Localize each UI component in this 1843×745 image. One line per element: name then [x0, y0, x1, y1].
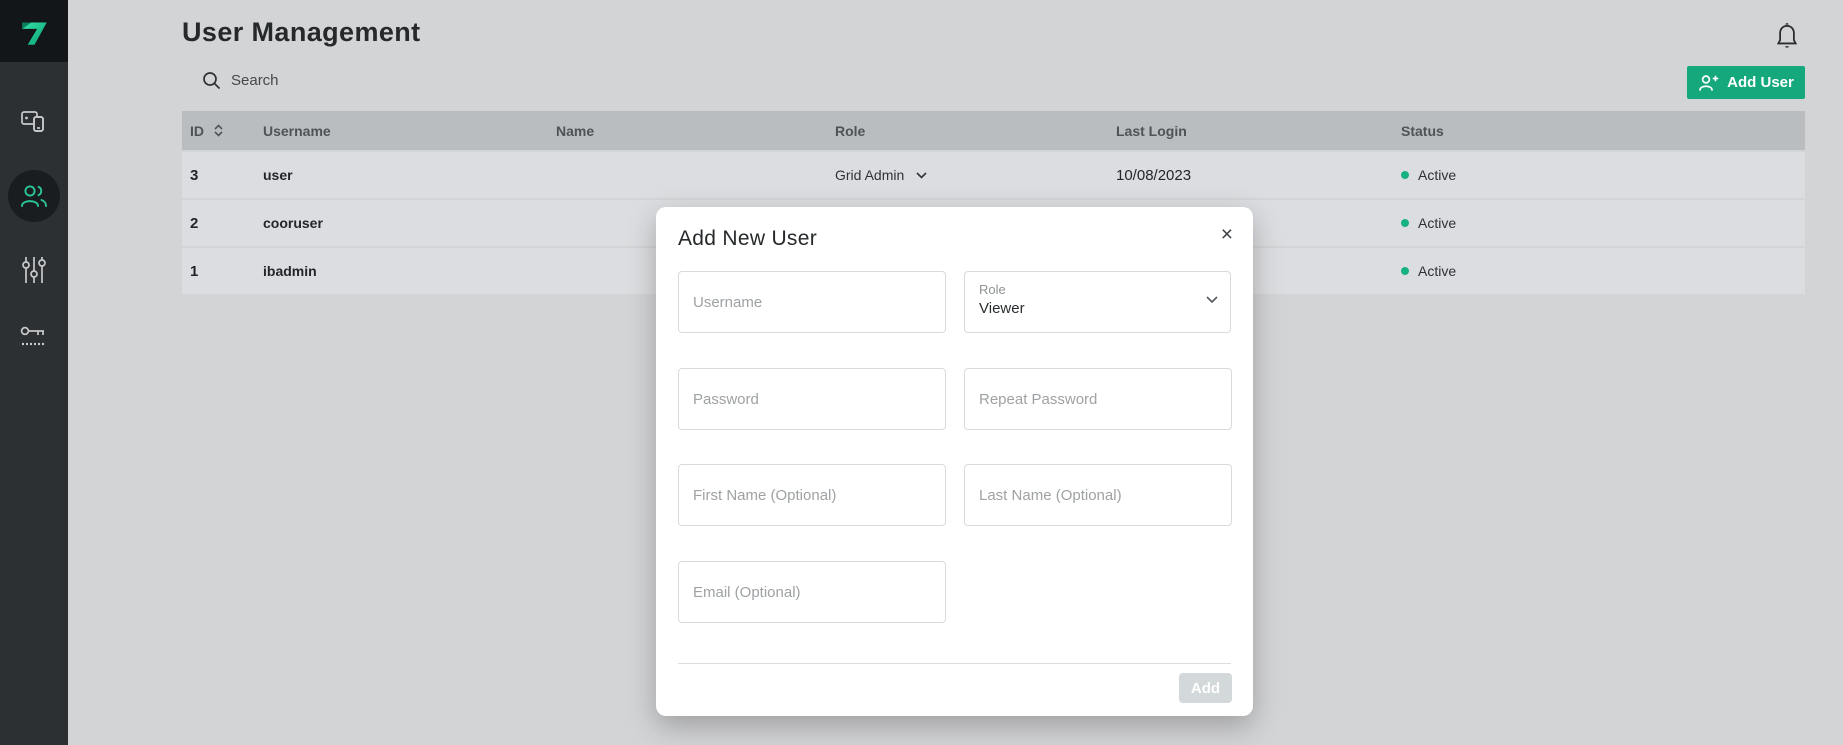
search-icon — [202, 71, 221, 90]
modal-title: Add New User — [678, 227, 817, 251]
cell-last-login: 10/08/2023 — [1116, 152, 1191, 198]
cell-id: 2 — [190, 200, 198, 246]
username-field[interactable] — [678, 271, 946, 333]
sidebar-item-access-keys[interactable] — [0, 318, 68, 356]
modal-divider — [678, 663, 1231, 664]
add-new-user-modal: Add New User × Role Viewer Add — [656, 207, 1253, 716]
status-badge: Active — [1401, 200, 1456, 246]
close-button[interactable]: × — [1221, 224, 1233, 245]
column-header-lastlogin: Last Login — [1116, 111, 1187, 150]
role-select-label: Role — [979, 282, 1216, 297]
cell-id: 3 — [190, 152, 198, 198]
column-header-role: Role — [835, 111, 865, 150]
app-logo[interactable] — [0, 0, 68, 62]
status-badge: Active — [1401, 152, 1456, 198]
column-header-status: Status — [1401, 111, 1444, 150]
key-icon — [18, 324, 50, 350]
search-bar — [202, 71, 451, 90]
close-icon: × — [1221, 223, 1233, 246]
sidebar-item-settings[interactable] — [0, 252, 68, 288]
bell-icon — [1773, 22, 1801, 52]
password-field[interactable] — [678, 368, 946, 430]
role-select-value: Viewer — [979, 300, 1216, 317]
page-title: User Management — [182, 17, 421, 48]
devices-icon — [19, 108, 49, 136]
email-field[interactable] — [678, 561, 946, 623]
status-dot-icon — [1401, 219, 1409, 227]
notifications-button[interactable] — [1773, 22, 1803, 54]
status-badge: Active — [1401, 248, 1456, 294]
column-header-id[interactable]: ID — [190, 111, 204, 150]
first-name-field[interactable] — [678, 464, 946, 526]
sidebar-item-devices[interactable] — [0, 104, 68, 140]
logo-icon — [16, 13, 52, 49]
sort-control[interactable] — [214, 111, 223, 150]
active-indicator — [8, 170, 60, 222]
column-header-name: Name — [556, 111, 594, 150]
sort-icon — [214, 124, 223, 137]
search-input[interactable] — [231, 72, 451, 89]
role-value: Grid Admin — [835, 167, 904, 183]
sliders-icon — [20, 255, 48, 285]
cell-id: 1 — [190, 248, 198, 294]
status-label: Active — [1418, 215, 1456, 231]
role-select[interactable]: Role Viewer — [964, 271, 1231, 333]
status-dot-icon — [1401, 171, 1409, 179]
chevron-down-icon — [916, 172, 927, 179]
role-dropdown[interactable]: Grid Admin — [835, 167, 927, 183]
column-header-username: Username — [263, 111, 331, 150]
add-submit-button[interactable]: Add — [1179, 673, 1232, 703]
cell-username: ibadmin — [263, 248, 317, 294]
repeat-password-field[interactable] — [964, 368, 1232, 430]
users-icon — [19, 183, 49, 209]
add-user-icon — [1698, 74, 1719, 92]
status-label: Active — [1418, 263, 1456, 279]
add-user-button[interactable]: Add User — [1687, 66, 1805, 99]
sidebar — [0, 0, 68, 745]
table-row[interactable]: 3 user Grid Admin 10/08/2023 Active — [182, 152, 1805, 198]
chevron-down-icon — [1206, 296, 1218, 304]
cell-username: user — [263, 152, 293, 198]
cell-username: cooruser — [263, 200, 323, 246]
sidebar-item-users[interactable] — [0, 170, 68, 222]
status-label: Active — [1418, 167, 1456, 183]
status-dot-icon — [1401, 267, 1409, 275]
add-user-label: Add User — [1727, 74, 1794, 91]
table-header: ID Username Name Role Last Login Status — [182, 111, 1805, 150]
last-name-field[interactable] — [964, 464, 1232, 526]
